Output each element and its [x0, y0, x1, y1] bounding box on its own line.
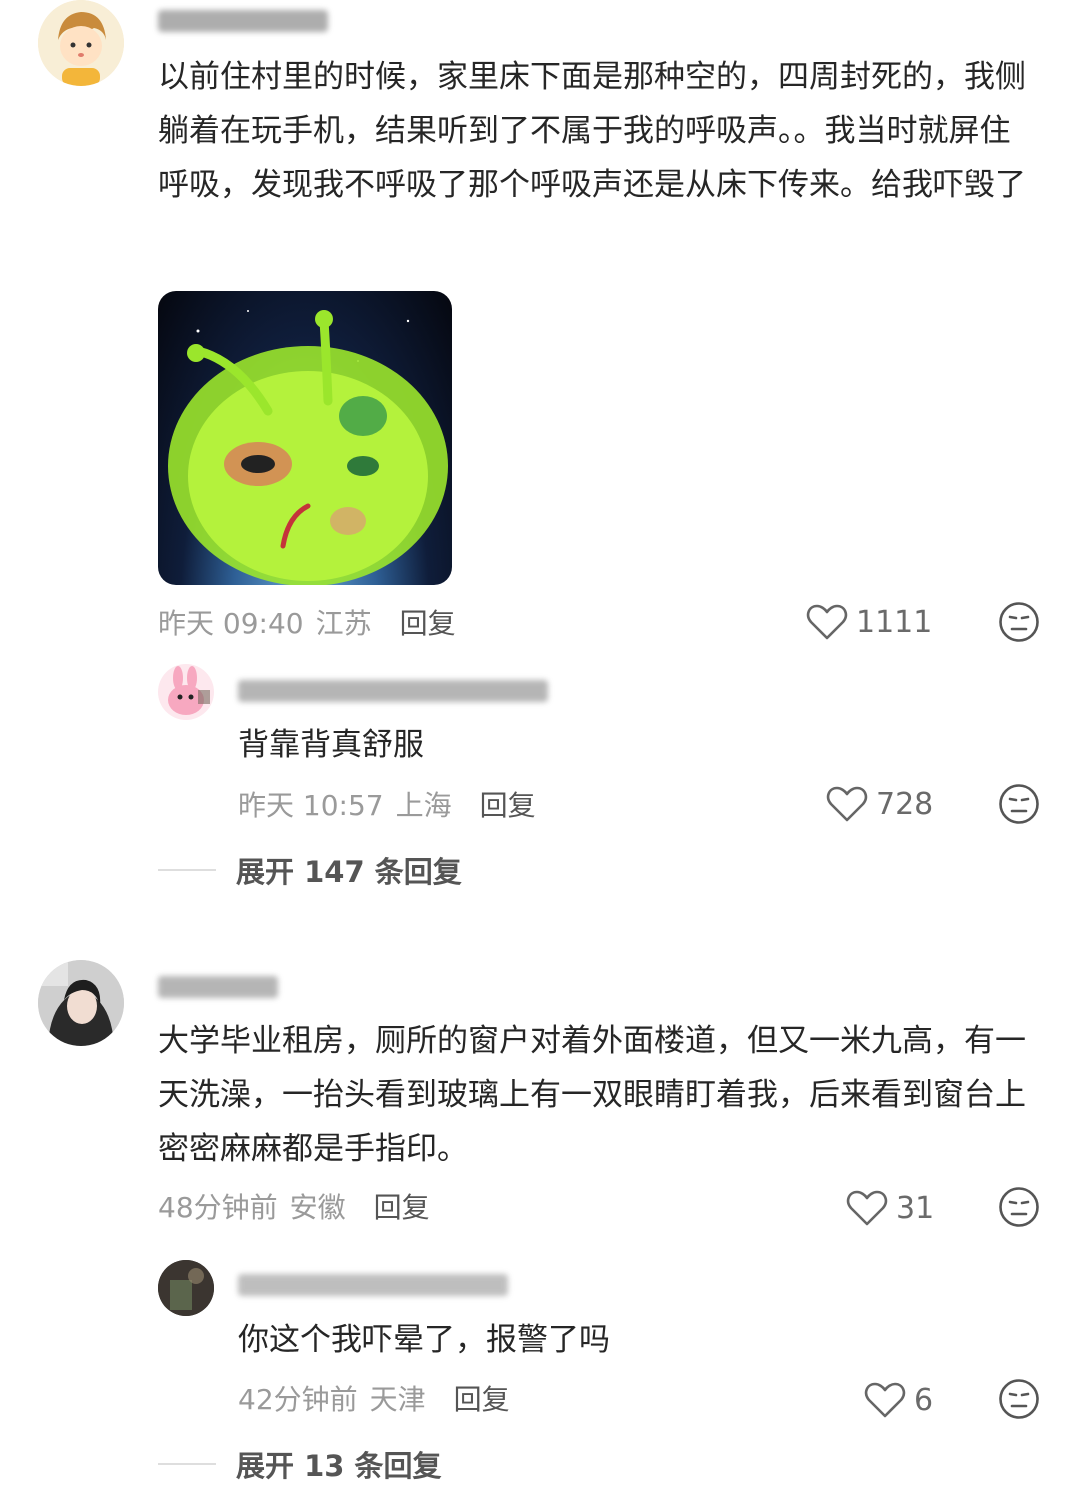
reply-avatar[interactable]: [158, 664, 214, 720]
reply-username-blurred[interactable]: [238, 1274, 508, 1296]
comment-time: 昨天 09:40: [158, 607, 304, 640]
dislike-button[interactable]: [998, 601, 1040, 643]
heart-icon: [846, 1190, 888, 1226]
expand-label: 展开 147 条回复: [236, 855, 462, 889]
reply-time: 42分钟前: [238, 1383, 358, 1416]
comment-text: 以前住村里的时候，家里床下面是那种空的，四周封死的，我侧躺着在玩手机，结果听到了…: [158, 59, 1026, 203]
divider-line: [158, 1463, 216, 1465]
comment-time: 48分钟前: [158, 1191, 278, 1224]
like-button[interactable]: 31: [846, 1186, 934, 1230]
unhappy-face-icon: [999, 1187, 1039, 1227]
comment-meta: 昨天 09:40 江苏 回复: [158, 600, 456, 644]
reply-time: 昨天 10:57: [238, 789, 384, 822]
like-count: 1111: [856, 604, 933, 640]
like-count: 6: [914, 1382, 934, 1418]
green-alien-cat-icon: [168, 310, 448, 585]
reply-meta: 昨天 10:57 上海 回复: [238, 782, 536, 826]
username-blurred[interactable]: [158, 976, 278, 998]
like-count: 728: [876, 786, 934, 822]
avatar[interactable]: [38, 0, 124, 86]
like-button[interactable]: 728: [826, 782, 933, 826]
username-blurred[interactable]: [158, 10, 328, 32]
reply-location: 天津: [369, 1383, 426, 1416]
unhappy-face-icon: [999, 1379, 1039, 1419]
comment-meta: 48分钟前 安徽 回复: [158, 1184, 430, 1228]
dislike-button[interactable]: [998, 1186, 1040, 1228]
expand-replies-button[interactable]: 展开 147 条回复: [158, 848, 462, 892]
dark-photo-avatar-icon: [158, 1260, 214, 1316]
reply-avatar[interactable]: [158, 1260, 214, 1316]
like-button[interactable]: 1111: [806, 600, 932, 644]
reply-text: 你这个我吓晕了，报警了吗: [238, 1322, 610, 1358]
reply-button[interactable]: 回复: [480, 784, 536, 824]
user-photo-avatar-icon: [38, 960, 124, 1046]
cartoon-avatar-icon: [38, 0, 124, 86]
reply-location: 上海: [395, 789, 452, 822]
reply-button[interactable]: 回复: [374, 1186, 430, 1226]
comment-location: 安徽: [289, 1191, 346, 1224]
dislike-button[interactable]: [998, 783, 1040, 825]
divider-line: [158, 869, 216, 871]
unhappy-face-icon: [999, 784, 1039, 824]
comment-text: 大学毕业租房，厕所的窗户对着外面楼道，但又一米九高，有一天洗澡，一抬头看到玻璃上…: [158, 1023, 1026, 1167]
dislike-button[interactable]: [998, 1378, 1040, 1420]
reply-meta: 42分钟前 天津 回复: [238, 1376, 510, 1420]
expand-label: 展开 13 条回复: [236, 1449, 442, 1483]
like-count: 31: [896, 1190, 935, 1226]
comment-sticker-image[interactable]: [158, 291, 452, 585]
reply-button[interactable]: 回复: [400, 602, 456, 642]
pink-bunny-avatar-icon: [168, 666, 210, 715]
heart-icon: [806, 604, 848, 640]
heart-icon: [864, 1382, 906, 1418]
reply-button[interactable]: 回复: [454, 1378, 510, 1418]
like-button[interactable]: 6: [864, 1378, 933, 1422]
unhappy-face-icon: [999, 602, 1039, 642]
reply-text: 背靠背真舒服: [238, 727, 424, 763]
heart-icon: [826, 786, 868, 822]
comment-location: 江苏: [315, 607, 372, 640]
reply-username-blurred[interactable]: [238, 680, 548, 702]
expand-replies-button[interactable]: 展开 13 条回复: [158, 1442, 442, 1486]
avatar[interactable]: [38, 960, 124, 1046]
